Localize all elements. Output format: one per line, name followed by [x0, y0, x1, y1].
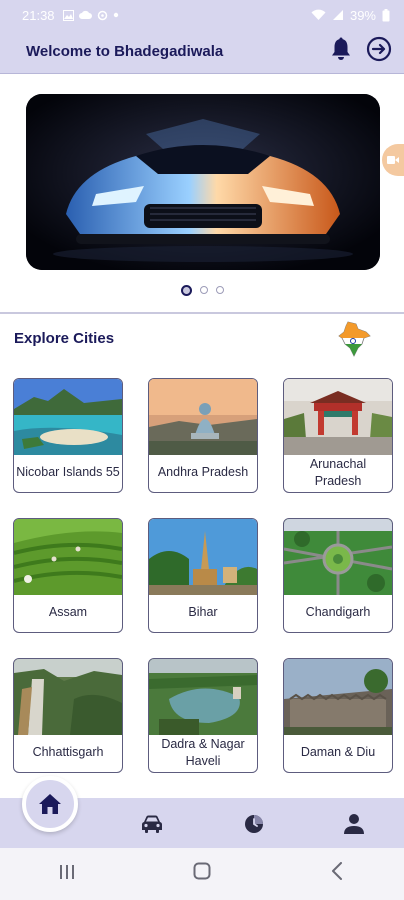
city-image — [14, 379, 122, 455]
status-notification-icons — [62, 9, 119, 21]
city-name: Assam — [48, 605, 88, 619]
city-card[interactable]: Andhra Pradesh — [148, 378, 258, 493]
city-card[interactable]: Bihar — [148, 518, 258, 633]
city-card[interactable]: Chandigarh — [283, 518, 393, 633]
page-title: Welcome to Bhadegadiwala — [26, 43, 224, 60]
city-image — [284, 519, 392, 595]
video-icon — [387, 156, 399, 164]
cloud-icon — [78, 10, 92, 19]
nav-history-button[interactable] — [242, 812, 266, 836]
carousel-dot-2[interactable] — [199, 286, 208, 294]
status-bar: 21:38 39% — [0, 0, 404, 30]
city-image — [14, 519, 122, 595]
city-card[interactable]: Chhattisgarh — [13, 658, 123, 773]
city-image — [284, 379, 392, 455]
banner-carousel[interactable] — [26, 94, 380, 270]
wifi-icon — [311, 9, 326, 20]
sync-icon — [97, 10, 107, 20]
city-image — [149, 659, 257, 735]
signal-icon — [332, 10, 343, 20]
dot-icon — [113, 12, 118, 18]
home-system-icon[interactable] — [182, 862, 222, 886]
banner-section — [0, 74, 404, 314]
city-card[interactable]: Dadra & Nagar Haveli — [148, 658, 258, 773]
battery-percent: 39% — [349, 7, 376, 23]
city-image — [149, 519, 257, 595]
city-card[interactable]: Arunachal Pradesh — [283, 378, 393, 493]
header-actions — [330, 36, 392, 67]
nav-profile-button[interactable] — [342, 812, 366, 836]
bell-icon[interactable] — [330, 37, 352, 66]
city-name: Nicobar Islands 55 — [16, 465, 120, 479]
battery-icon — [382, 8, 390, 21]
city-name: Chhattisgarh — [32, 745, 104, 759]
city-card[interactable]: Daman & Diu — [283, 658, 393, 773]
back-icon[interactable] — [317, 862, 357, 886]
city-name: Arunachal Pradesh — [309, 456, 367, 488]
app-header: Welcome to Bhadegadiwala — [0, 30, 404, 74]
carousel-indicator — [0, 285, 404, 296]
image-icon — [62, 9, 74, 21]
carousel-dot-1[interactable] — [180, 285, 192, 296]
banner-car-image — [26, 94, 380, 270]
history-icon — [245, 815, 263, 833]
carousel-dot-3[interactable] — [215, 286, 224, 294]
explore-cities-heading: Explore Cities — [14, 330, 115, 347]
nav-car-button[interactable] — [140, 812, 164, 836]
city-name: Daman & Diu — [300, 745, 376, 759]
nav-home-button[interactable] — [22, 776, 78, 832]
city-name: Bihar — [188, 605, 218, 619]
city-card[interactable]: Nicobar Islands 55 — [13, 378, 123, 493]
city-image — [14, 659, 122, 735]
city-image — [149, 379, 257, 455]
city-name: Andhra Pradesh — [157, 465, 249, 479]
city-name: Chandigarh — [305, 605, 371, 619]
status-system-icons: 39% — [311, 8, 390, 23]
status-time: 21:38 — [22, 7, 55, 23]
recents-icon[interactable] — [47, 863, 87, 886]
profile-icon — [344, 814, 364, 834]
city-card[interactable]: Assam — [13, 518, 123, 633]
home-icon — [39, 794, 61, 814]
system-navigation-bar — [0, 848, 404, 900]
car-icon — [142, 815, 162, 833]
city-name: Dadra & Nagar Haveli — [161, 736, 245, 768]
city-image — [284, 659, 392, 735]
logout-icon[interactable] — [366, 36, 392, 67]
india-map-icon — [336, 320, 372, 358]
floating-video-tab[interactable] — [382, 144, 404, 176]
